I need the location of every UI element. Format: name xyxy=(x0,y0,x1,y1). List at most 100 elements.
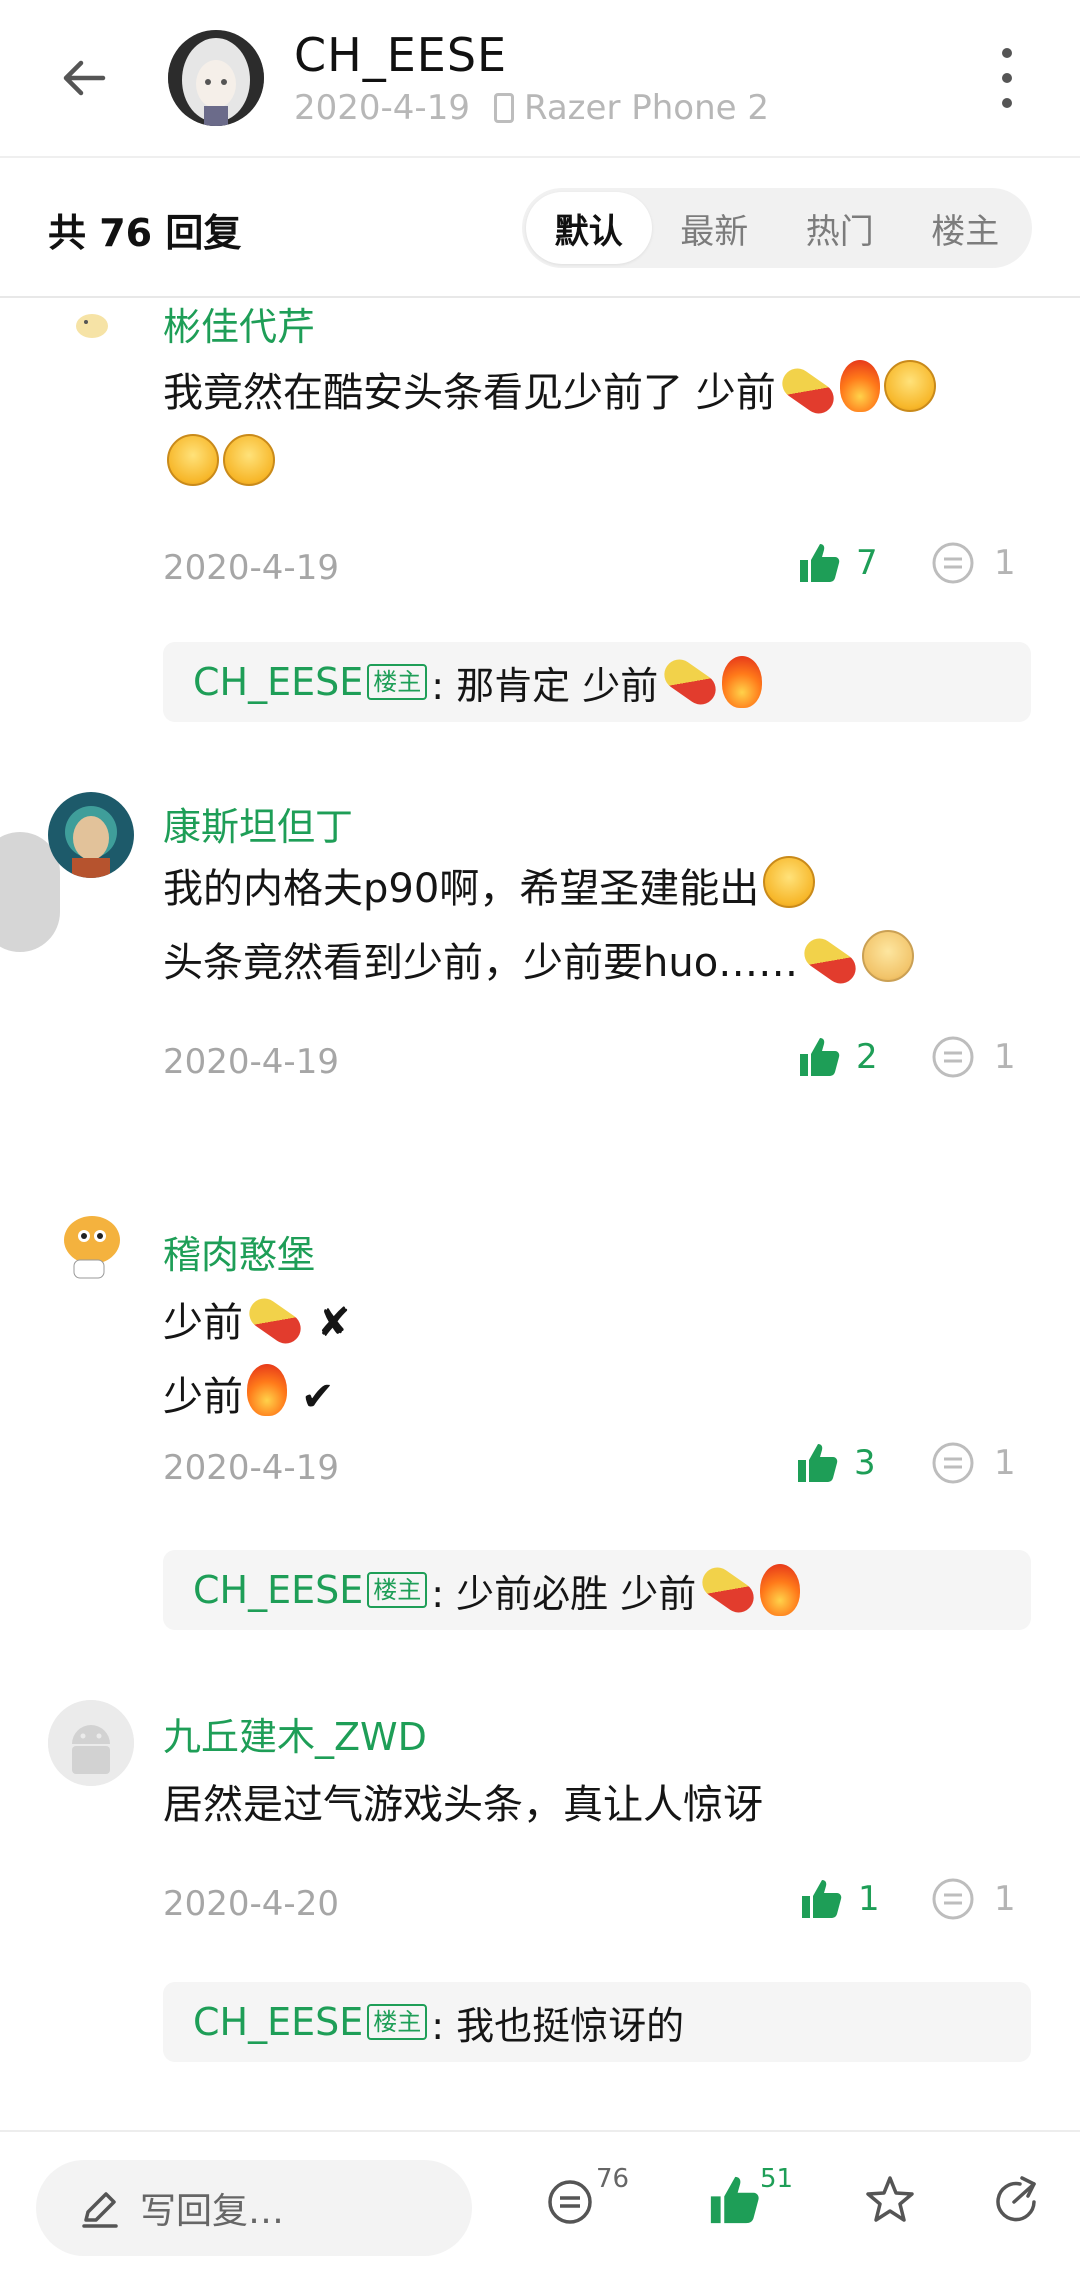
comment-text: 少前 ✘ xyxy=(163,1290,351,1350)
op-name[interactable]: CH_EESE xyxy=(193,2000,363,2044)
comment-text-line: 头条竟然看到少前，少前要huo…… xyxy=(163,940,799,986)
reply-count: 1 xyxy=(994,1879,1016,1919)
sub-reply-text: : 少前必胜 少前 xyxy=(431,1571,697,1616)
comment-total: 76 xyxy=(596,2164,630,2194)
cross-mark: ✘ xyxy=(317,1300,351,1346)
post-author-name[interactable]: CH_EESE xyxy=(294,28,507,82)
star-icon xyxy=(866,2176,914,2222)
tab-hot[interactable]: 热门 xyxy=(777,192,903,264)
share-icon xyxy=(996,2176,1036,2222)
dot-icon xyxy=(1002,73,1012,83)
comment-icon xyxy=(932,1442,974,1484)
tab-op-only[interactable]: 楼主 xyxy=(903,192,1029,264)
fire-emoji-icon xyxy=(247,1364,287,1416)
sort-tabs: 默认 最新 热门 楼主 xyxy=(522,188,1032,268)
tab-latest[interactable]: 最新 xyxy=(652,192,778,264)
commenter-avatar[interactable] xyxy=(48,1198,134,1284)
comment-icon xyxy=(932,542,974,584)
share-button[interactable] xyxy=(990,2172,1046,2232)
commenter-name[interactable]: 九丘建木_ZWD xyxy=(163,1706,427,1761)
avatar-image xyxy=(48,1198,134,1284)
commenter-avatar[interactable] xyxy=(48,1700,134,1786)
like-post-button[interactable]: 51 xyxy=(706,2164,793,2232)
fire-emoji-icon xyxy=(722,656,763,708)
op-badge: 楼主 xyxy=(367,2003,428,2041)
smile-emoji-icon xyxy=(223,434,275,486)
arrow-left-icon xyxy=(63,60,106,96)
reply-count: 1 xyxy=(994,543,1016,583)
comment-text-line: 居然是过气游戏头条，真让人惊讶 xyxy=(163,1782,763,1828)
comment-date: 2020-4-19 xyxy=(163,1042,339,1082)
thumbs-up-icon xyxy=(710,2176,759,2224)
pill-emoji-icon xyxy=(243,1292,307,1350)
reply-count: 1 xyxy=(994,1037,1016,1077)
op-badge: 楼主 xyxy=(367,1571,428,1609)
pill-emoji-icon xyxy=(798,932,862,990)
comment-text-line: 我竟然在酷安头条看见少前了 少前 xyxy=(163,370,776,416)
op-sub-reply[interactable]: CH_EESE 楼主 : 我也挺惊讶的 xyxy=(163,1982,1031,2062)
comment-icon xyxy=(932,1878,974,1920)
comment-date: 2020-4-19 xyxy=(163,548,339,588)
dot-icon xyxy=(1002,48,1012,58)
thumbs-up-icon xyxy=(800,544,840,582)
op-sub-reply[interactable]: CH_EESE 楼主 : 少前必胜 少前 xyxy=(163,1550,1031,1630)
comment-text: 头条竟然看到少前，少前要huo…… xyxy=(163,930,915,990)
crying-emoji-icon xyxy=(763,856,816,908)
comment-date: 2020-4-20 xyxy=(163,1884,339,1924)
like-count: 1 xyxy=(858,1879,880,1919)
reply-button[interactable]: 1 xyxy=(930,1440,1016,1486)
op-sub-reply[interactable]: CH_EESE 楼主 : 那肯定 少前 xyxy=(163,642,1031,722)
check-mark: ✔ xyxy=(301,1374,335,1420)
avatar-image xyxy=(48,792,134,878)
reply-count: 1 xyxy=(994,1443,1016,1483)
bottom-action-bar: 写回复… 76 51 xyxy=(0,2130,1080,2277)
commenter-avatar[interactable] xyxy=(48,792,134,878)
fire-emoji-icon xyxy=(839,360,880,412)
like-count: 3 xyxy=(854,1443,876,1483)
author-avatar[interactable] xyxy=(168,30,264,126)
top-bar: CH_EESE 2020-4-19 Razer Phone 2 xyxy=(0,0,1080,156)
phone-icon xyxy=(493,93,514,123)
comment-list[interactable]: 彬佳代芹 我竟然在酷安头条看见少前了 少前 2020-4-19 7 1 CH_E… xyxy=(0,300,1080,2130)
comments-button[interactable]: 76 xyxy=(544,2164,629,2232)
comment-text: 居然是过气游戏头条，真让人惊讶 xyxy=(163,1772,763,1830)
like-button[interactable]: 7 xyxy=(796,540,878,586)
reply-count: 共 76 回复 xyxy=(48,211,242,255)
commenter-avatar[interactable] xyxy=(62,300,122,352)
reply-header: 共 76 回复 默认 最新 热门 楼主 xyxy=(0,158,1080,298)
op-name[interactable]: CH_EESE xyxy=(193,660,363,704)
comment-text: 我竟然在酷安头条看见少前了 少前 xyxy=(163,360,936,420)
like-button[interactable]: 2 xyxy=(796,1034,878,1080)
smile-emoji-icon xyxy=(167,434,219,486)
avatar-image xyxy=(62,300,122,352)
device-name: Razer Phone 2 xyxy=(523,88,769,128)
comment-text-line: 我的内格夫p90啊，希望圣建能出 xyxy=(163,866,760,912)
reply-compose-input[interactable]: 写回复… xyxy=(36,2160,472,2256)
commenter-name[interactable]: 稽肉憨堡 xyxy=(163,1224,315,1279)
like-button[interactable]: 1 xyxy=(798,1876,880,1922)
doge-emoji-icon xyxy=(862,930,915,982)
commenter-name[interactable]: 彬佳代芹 xyxy=(163,300,315,351)
commenter-name[interactable]: 康斯坦但丁 xyxy=(163,796,353,851)
pencil-icon xyxy=(82,2192,118,2228)
comment-emoji-line xyxy=(163,434,275,490)
like-button[interactable]: 3 xyxy=(794,1440,876,1486)
favorite-button[interactable] xyxy=(862,2172,918,2232)
comment-date: 2020-4-19 xyxy=(163,1448,339,1488)
fire-emoji-icon xyxy=(760,1564,801,1616)
reply-button[interactable]: 1 xyxy=(930,1034,1016,1080)
dot-icon xyxy=(1002,98,1012,108)
comment-icon xyxy=(548,2180,592,2224)
more-options-button[interactable] xyxy=(990,48,1024,108)
back-button[interactable] xyxy=(48,42,120,114)
reply-button[interactable]: 1 xyxy=(930,540,1016,586)
pill-emoji-icon xyxy=(776,362,840,420)
op-name[interactable]: CH_EESE xyxy=(193,1568,363,1612)
thumbs-up-icon xyxy=(800,1038,840,1076)
sub-reply-text: : 那肯定 少前 xyxy=(431,663,659,708)
tab-default[interactable]: 默认 xyxy=(526,192,652,264)
post-date: 2020-4-19 xyxy=(294,88,470,128)
like-count: 7 xyxy=(856,543,878,583)
op-badge: 楼主 xyxy=(367,663,428,701)
reply-button[interactable]: 1 xyxy=(930,1876,1016,1922)
